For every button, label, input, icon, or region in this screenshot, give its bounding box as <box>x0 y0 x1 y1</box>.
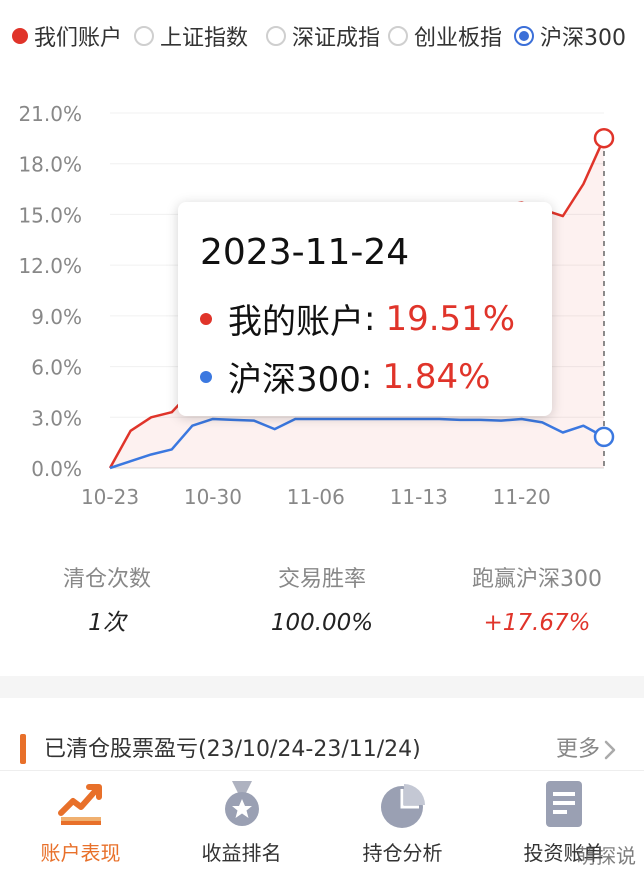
stats-row: 清仓次数 1次 交易胜率 100.00% 跑赢沪深300 +17.67% <box>0 560 644 650</box>
tooltip-row-csi300: 沪深300: 1.84% <box>200 352 490 401</box>
tooltip-date: 2023-11-24 <box>200 232 410 273</box>
tooltip-series-value: 19.51% <box>385 298 516 339</box>
radio-selected-icon <box>514 26 534 46</box>
end-marker-csi300 <box>593 426 615 448</box>
legend-my-account[interactable]: 我们账户 <box>12 14 122 58</box>
section-accent-bar <box>20 734 26 764</box>
x-tick-label: 11-20 <box>493 485 551 509</box>
legend-label: 沪深300 <box>540 26 626 51</box>
bottom-tab-bar: 账户表现 收益排名 持仓分析 投资账单 萌探说 <box>0 770 644 875</box>
x-tick-label: 11-06 <box>287 485 345 509</box>
y-tick-label: 15.0% <box>18 203 82 227</box>
stat-value: +17.67% <box>483 610 591 636</box>
trend-chart-icon <box>57 784 102 825</box>
chevron-right-icon[interactable] <box>598 738 622 762</box>
radio-icon <box>134 26 154 46</box>
legend-shanghai-index[interactable]: 上证指数 <box>134 14 248 58</box>
blue-dot-icon <box>200 370 212 383</box>
legend-label: 上证指数 <box>160 26 249 51</box>
legend-csi300[interactable]: 沪深300 <box>514 14 626 58</box>
legend-label: 我们账户 <box>34 26 123 51</box>
tooltip-series-name: 沪深300 <box>228 360 361 400</box>
tooltip-series-name: 我的账户 <box>228 302 364 342</box>
chart-tooltip: 2023-11-24 我的账户: 19.51% 沪深300: 1.84% <box>178 202 552 416</box>
tab-label: 持仓分析 <box>362 841 443 865</box>
bill-icon <box>545 781 582 827</box>
y-tick-label: 6.0% <box>31 356 82 380</box>
pie-chart-icon <box>380 784 425 828</box>
y-tick-label: 3.0% <box>31 406 82 430</box>
y-tick-label: 0.0% <box>31 457 82 481</box>
watermark-text: 萌探说 <box>576 844 636 868</box>
radio-icon <box>388 26 408 46</box>
tab-account-performance[interactable]: 账户表现 <box>0 771 161 875</box>
tab-label: 账户表现 <box>40 841 121 865</box>
stat-value: 1次 <box>88 610 126 636</box>
stat-win-rate: 交易胜率 100.00% <box>215 560 429 646</box>
legend-shenzhen-index[interactable]: 深证成指 <box>266 14 380 58</box>
legend-label: 创业板指 <box>414 26 503 51</box>
tab-position-analysis[interactable]: 持仓分析 <box>322 771 483 875</box>
legend-label: 深证成指 <box>292 26 381 51</box>
y-tick-label: 9.0% <box>31 305 82 329</box>
x-tick-label: 10-23 <box>81 485 139 509</box>
stat-label: 跑赢沪深300 <box>472 567 602 592</box>
stat-clear-count: 清仓次数 1次 <box>0 560 214 646</box>
filled-dot-icon <box>12 28 28 44</box>
stat-beat-csi300: 跑赢沪深300 +17.67% <box>430 560 644 646</box>
tab-return-ranking[interactable]: 收益排名 <box>161 771 322 875</box>
tooltip-row-account: 我的账户: 19.51% <box>200 294 515 343</box>
legend-chinext-index[interactable]: 创业板指 <box>388 14 502 58</box>
medal-icon <box>224 781 259 826</box>
series-selector: 我们账户 上证指数 深证成指 创业板指 沪深300 <box>0 14 644 58</box>
tooltip-series-value: 1.84% <box>382 356 491 397</box>
stat-value: 100.00% <box>270 610 374 636</box>
section-divider <box>0 676 644 698</box>
stat-label: 清仓次数 <box>62 567 151 592</box>
y-tick-label: 18.0% <box>18 153 82 177</box>
radio-icon <box>266 26 286 46</box>
x-tick-label: 11-13 <box>390 485 448 509</box>
stat-label: 交易胜率 <box>277 567 366 592</box>
red-dot-icon <box>200 312 212 325</box>
y-tick-label: 21.0% <box>18 102 82 126</box>
y-tick-label: 12.0% <box>18 254 82 278</box>
x-tick-label: 10-30 <box>184 485 242 509</box>
tab-label: 收益排名 <box>201 841 282 865</box>
end-marker-account <box>593 127 615 149</box>
